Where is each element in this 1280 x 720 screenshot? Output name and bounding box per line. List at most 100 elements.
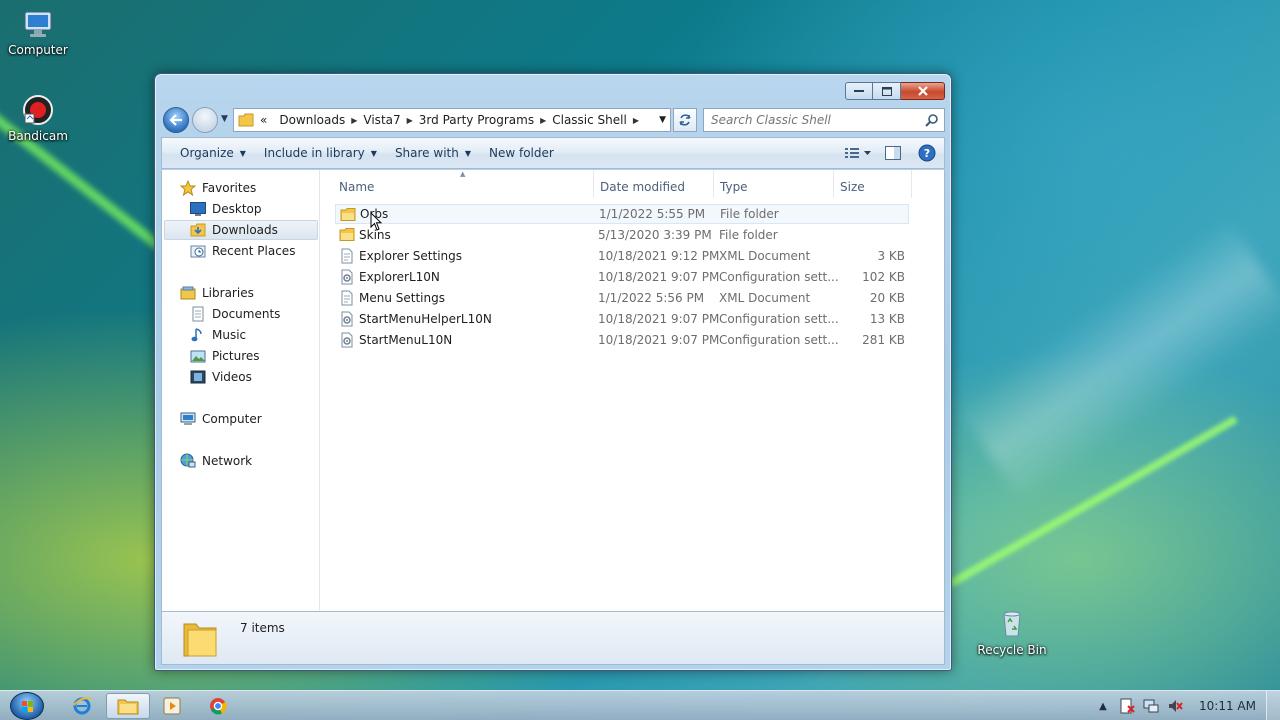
action-center-icon[interactable]	[1115, 698, 1139, 714]
forward-button[interactable]	[192, 107, 218, 133]
share-with-label: Share with	[394, 146, 459, 160]
breadcrumb-3rd-party-programs[interactable]: 3rd Party Programs	[413, 113, 540, 127]
nav-recent-places[interactable]: Recent Places	[190, 241, 295, 261]
chevron-right-icon[interactable]: ▶	[633, 116, 639, 125]
star-icon	[180, 180, 196, 196]
close-button[interactable]	[901, 82, 945, 100]
nav-label: Desktop	[212, 202, 262, 216]
taskbar-internet-explorer[interactable]	[60, 693, 104, 719]
desktop-icon-bandicam[interactable]: Bandicam	[0, 94, 76, 143]
column-divider[interactable]	[833, 170, 834, 198]
address-overflow[interactable]: «	[254, 113, 273, 127]
file-row[interactable]: Menu Settings 1/1/2022 5:56 PM XML Documen…	[335, 288, 909, 308]
maximize-button[interactable]	[873, 82, 901, 100]
nav-pictures[interactable]: Pictures	[190, 346, 260, 366]
taskbar-media-player[interactable]	[150, 693, 194, 719]
search-icon[interactable]	[925, 113, 939, 127]
show-hidden-icons-button[interactable]: ▲	[1091, 701, 1115, 712]
include-in-library-menu[interactable]: Include in library ▼	[255, 141, 386, 165]
search-input[interactable]	[711, 113, 916, 127]
desktop-icon-recycle-bin[interactable]: Recycle Bin	[974, 608, 1050, 657]
back-button[interactable]	[163, 107, 189, 133]
file-row[interactable]: ExplorerL10N 10/18/2021 9:07 PM Configurat…	[335, 267, 909, 287]
show-desktop-button[interactable]	[1266, 691, 1280, 720]
help-button[interactable]: ?	[910, 141, 944, 165]
organize-menu[interactable]: Organize ▼	[171, 141, 255, 165]
wallpaper-light-beam	[948, 415, 1238, 588]
recent-pages-dropdown[interactable]: ▼	[221, 114, 228, 124]
address-dropdown-icon[interactable]: ▼	[659, 115, 666, 125]
arrow-left-icon	[169, 114, 182, 126]
volume-muted-icon[interactable]	[1163, 698, 1187, 714]
search-box[interactable]	[703, 108, 945, 132]
file-row[interactable]: Explorer Settings 10/18/2021 9:12 PM XML D…	[335, 246, 909, 266]
desktop-icon-label: Bandicam	[8, 129, 68, 143]
file-row[interactable]: Skins 5/13/2020 3:39 PM File folder	[335, 225, 909, 245]
file-row[interactable]: StartMenuL10N 10/18/2021 9:07 PM Configura…	[335, 330, 909, 350]
minimize-icon	[854, 90, 864, 92]
file-size: 20 KB	[869, 291, 905, 305]
network-status-icon[interactable]	[1139, 698, 1163, 714]
nav-downloads[interactable]: Downloads	[164, 220, 318, 240]
file-date-modified: 1/1/2022 5:56 PM	[598, 291, 705, 305]
file-row[interactable]: StartMenuHelperL10N 10/18/2021 9:07 PM Con…	[335, 309, 909, 329]
nav-documents[interactable]: Documents	[190, 304, 280, 324]
taskbar-chrome[interactable]	[196, 693, 240, 719]
config-file-icon	[339, 311, 355, 327]
nav-videos[interactable]: Videos	[190, 367, 252, 387]
desktop-icon-label: Computer	[8, 43, 68, 57]
preview-pane-button[interactable]	[876, 141, 910, 165]
nav-label: Favorites	[202, 181, 257, 195]
file-type: Configuration sett...	[719, 333, 839, 347]
file-size: 3 KB	[877, 249, 905, 263]
column-divider[interactable]	[713, 170, 714, 198]
nav-network[interactable]: Network	[180, 451, 252, 471]
explorer-window: ▼ « Downloads ▶ Vista7 ▶ 3rd Party Progr…	[154, 73, 952, 671]
nav-label: Recent Places	[212, 244, 296, 258]
nav-desktop[interactable]: Desktop	[190, 199, 262, 219]
internet-explorer-icon	[73, 697, 92, 715]
details-view-icon	[845, 148, 871, 158]
file-type: Configuration sett...	[719, 312, 839, 326]
column-header-type[interactable]: Type	[720, 175, 830, 199]
nav-music[interactable]: Music	[190, 325, 246, 345]
file-type: Configuration sett...	[719, 270, 839, 284]
change-view-button[interactable]	[842, 141, 876, 165]
column-header-size[interactable]: Size	[840, 175, 910, 199]
libraries-icon	[180, 285, 196, 301]
bandicam-icon	[22, 94, 54, 126]
windows-logo-icon	[22, 701, 33, 712]
new-folder-button[interactable]: New folder	[480, 141, 563, 165]
clock[interactable]: 10:11 AM	[1199, 699, 1256, 713]
file-name: StartMenuHelperL10N	[359, 312, 492, 326]
taskbar-windows-explorer[interactable]	[106, 693, 150, 719]
xml-document-icon	[339, 248, 355, 264]
nav-libraries[interactable]: Libraries	[180, 283, 254, 303]
nav-favorites[interactable]: Favorites	[180, 178, 256, 198]
file-list: ▲ Name Date modified Type Size Orbs 1/1/2…	[321, 170, 944, 611]
address-bar[interactable]: « Downloads ▶ Vista7 ▶ 3rd Party Program…	[233, 108, 671, 132]
breadcrumb-classic-shell[interactable]: Classic Shell	[546, 113, 633, 127]
column-divider[interactable]	[911, 170, 912, 198]
desktop-icon-label: Recycle Bin	[977, 643, 1047, 657]
refresh-button[interactable]	[673, 108, 697, 132]
file-date-modified: 10/18/2021 9:07 PM	[598, 333, 720, 347]
recent-places-icon	[190, 243, 206, 259]
file-row[interactable]: Orbs 1/1/2022 5:55 PM File folder	[335, 204, 909, 224]
file-type: File folder	[719, 228, 778, 242]
share-with-menu[interactable]: Share with ▼	[386, 141, 480, 165]
nav-computer[interactable]: Computer	[180, 409, 262, 429]
column-header-name[interactable]: Name	[339, 175, 594, 199]
column-header-date-modified[interactable]: Date modified	[600, 175, 715, 199]
breadcrumb-vista7[interactable]: Vista7	[357, 113, 406, 127]
nav-label: Pictures	[212, 349, 260, 363]
new-folder-label: New folder	[489, 146, 554, 160]
include-in-library-label: Include in library	[263, 146, 365, 160]
file-type: XML Document	[719, 291, 811, 305]
start-button[interactable]	[10, 692, 44, 720]
minimize-button[interactable]	[845, 82, 873, 100]
breadcrumb-downloads[interactable]: Downloads	[273, 113, 351, 127]
desktop-icon-computer[interactable]: Computer	[0, 8, 76, 57]
mouse-cursor-icon	[370, 212, 383, 231]
column-divider[interactable]	[593, 170, 594, 198]
